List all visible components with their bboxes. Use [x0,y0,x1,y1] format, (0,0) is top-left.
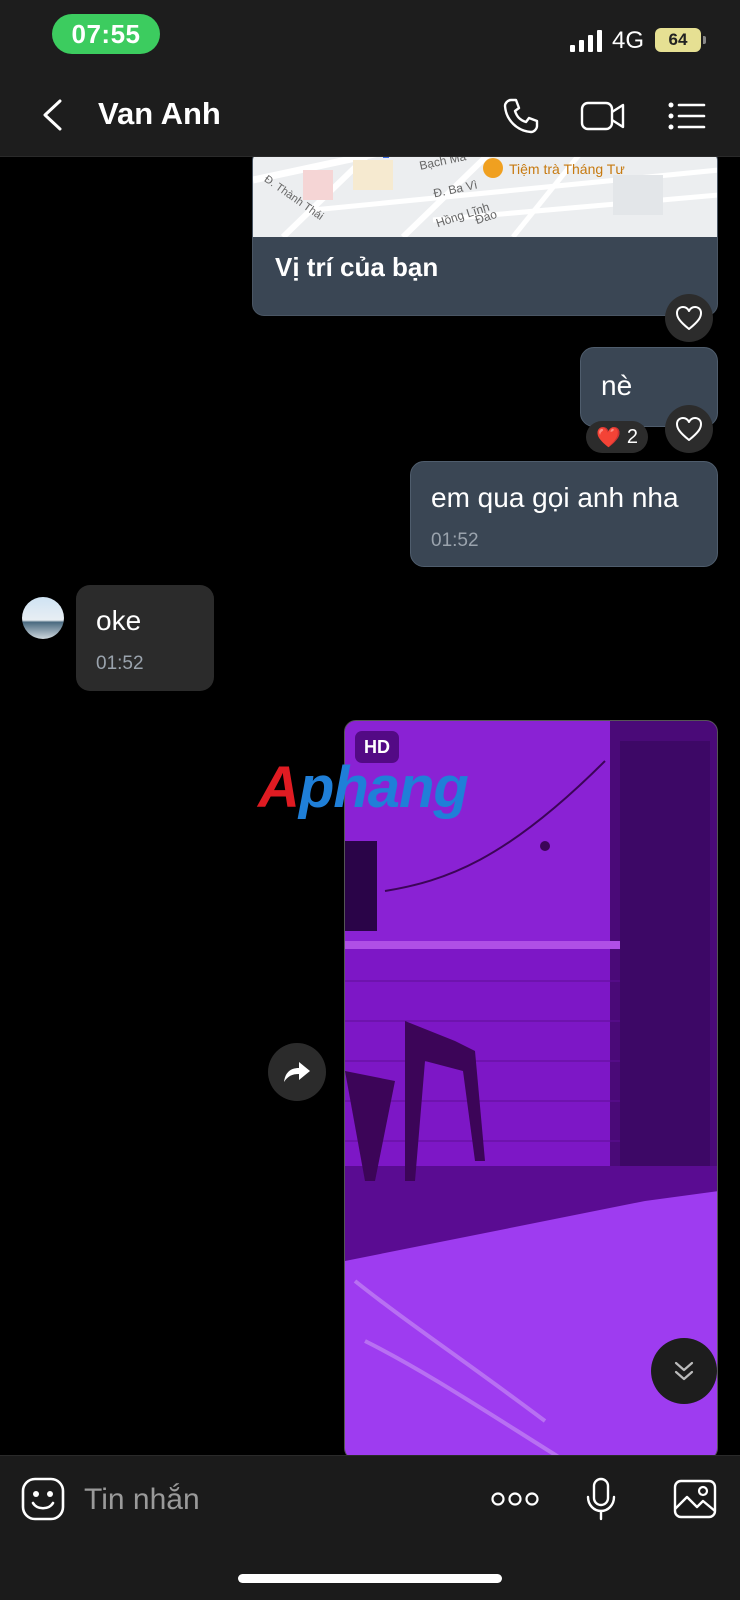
message-bubble-incoming[interactable]: oke 01:52 [76,585,214,691]
battery-level: 64 [668,30,688,49]
heart-reaction-icon: ❤️ [595,426,621,449]
video-camera-icon [580,101,625,131]
sticker-emoji-icon[interactable] [20,1476,66,1522]
watermark: Aphang [258,754,469,821]
contact-name[interactable]: Van Anh [98,96,221,132]
avatar[interactable] [22,597,64,639]
battery-icon: 64 [655,28,706,52]
more-options-button[interactable] [490,1474,540,1524]
list-menu-icon [668,102,706,130]
location-caption: Vị trí của bạn [275,252,439,282]
voice-call-button[interactable] [496,91,546,141]
heart-outline-icon [676,306,702,330]
home-indicator[interactable] [238,1574,502,1583]
reaction-badge[interactable]: ❤️ 2 [586,421,648,453]
signal-icon [570,30,602,52]
video-call-button[interactable] [578,91,628,141]
watermark-initial: A [258,755,300,820]
map-thumbnail [253,157,717,237]
location-message[interactable]: Tiệm trà Tháng Tư Đ. Ba Vì Hồng Lĩnh Đ. … [252,157,718,316]
gallery-button[interactable] [670,1474,720,1524]
watermark-rest: phang [298,755,469,820]
message-time: 01:52 [431,530,479,551]
phone-icon [503,98,539,134]
forward-arrow-icon [284,1062,310,1082]
message-bubble-outgoing[interactable]: em qua gọi anh nha 01:52 [410,461,718,567]
message-text: oke [96,605,142,636]
message-time: 01:52 [96,653,144,674]
map-label-poi: Tiệm trà Tháng Tư [509,161,625,177]
network-type: 4G [612,27,645,54]
heart-outline-icon [676,417,702,441]
message-input[interactable] [84,1478,464,1522]
message-text: em qua gọi anh nha [431,482,679,513]
composer-bar [0,1455,740,1600]
react-button[interactable] [665,294,713,342]
forward-button[interactable] [268,1043,326,1101]
chat-header: Van Anh [0,75,740,157]
scroll-to-bottom-button[interactable] [651,1338,717,1404]
image-gallery-icon [673,1479,717,1519]
back-button[interactable] [30,93,74,137]
menu-button[interactable] [662,91,712,141]
status-time: 07:55 [52,14,160,54]
voice-record-button[interactable] [576,1474,626,1524]
status-bar: 07:55 4G 64 [0,0,740,75]
message-text: nè [601,370,633,401]
double-chevron-down-icon [674,1361,694,1381]
chevron-left-icon [43,99,62,131]
reaction-count: 2 [626,425,639,448]
more-dots-icon [491,1492,539,1506]
react-button[interactable] [665,405,713,453]
microphone-icon [586,1477,616,1521]
chat-area[interactable]: Tiệm trà Tháng Tư Đ. Ba Vì Hồng Lĩnh Đ. … [0,157,740,1455]
